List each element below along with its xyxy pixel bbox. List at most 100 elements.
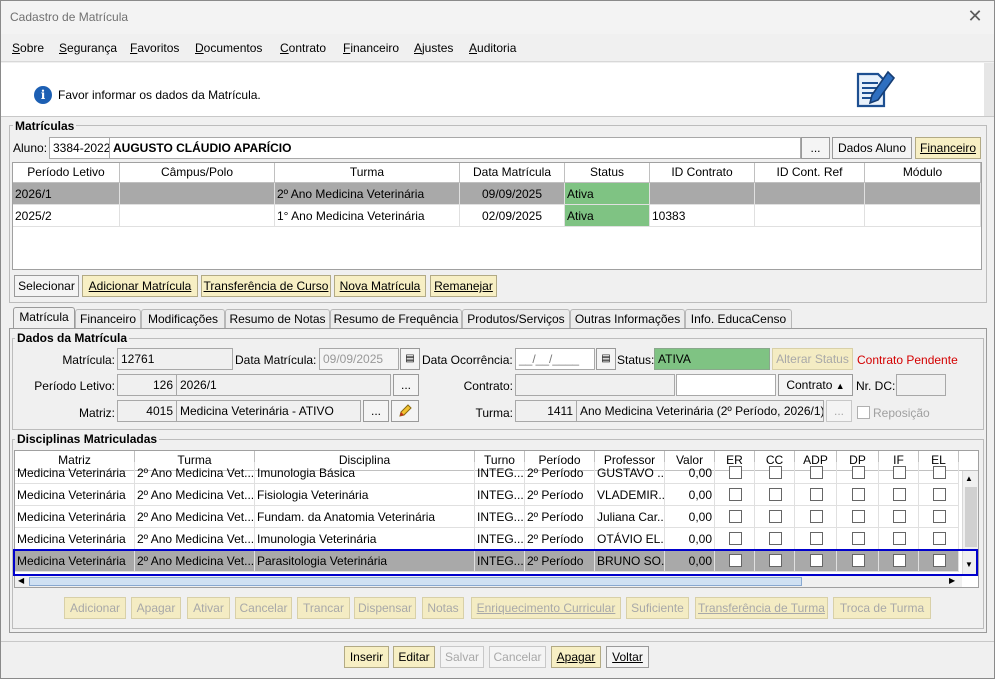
flag-checkbox[interactable]	[729, 554, 742, 567]
enriquecimento-curricular-button[interactable]: Enriquecimento Curricular	[471, 597, 621, 619]
flag-checkbox[interactable]	[769, 510, 782, 523]
periodo-lookup-button[interactable]: ...	[393, 374, 419, 396]
alterar-status-button[interactable]: Alterar Status	[772, 348, 853, 370]
flag-checkbox[interactable]	[893, 466, 906, 479]
turma-lookup-button[interactable]: ...	[826, 400, 852, 422]
aluno-nome-field[interactable]: AUGUSTO CLÁUDIO APARÍCIO	[109, 137, 801, 159]
col-status[interactable]: Status	[565, 163, 650, 183]
flag-checkbox[interactable]	[852, 488, 865, 501]
transferencia-turma-button[interactable]: Transferência de Turma	[695, 597, 828, 619]
notas-button[interactable]: Notas	[422, 597, 464, 619]
scroll-right-icon[interactable]: ▶	[949, 576, 955, 585]
flag-checkbox[interactable]	[729, 532, 742, 545]
data-matricula-field[interactable]: 09/09/2025	[319, 348, 399, 370]
flag-checkbox[interactable]	[852, 466, 865, 479]
dispensar-button[interactable]: Dispensar	[354, 597, 416, 619]
flag-checkbox[interactable]	[933, 554, 946, 567]
hscroll-thumb[interactable]	[29, 577, 802, 586]
flag-checkbox[interactable]	[729, 466, 742, 479]
close-icon[interactable]: ✕	[966, 6, 984, 26]
cancelar-button[interactable]: Cancelar	[235, 597, 292, 619]
flag-checkbox[interactable]	[852, 510, 865, 523]
financeiro-button[interactable]: Financeiro	[915, 137, 981, 159]
col-id-contrato[interactable]: ID Contrato	[650, 163, 755, 183]
edit-pencil-icon[interactable]	[391, 400, 419, 422]
flag-checkbox[interactable]	[893, 488, 906, 501]
turma-codigo-field[interactable]: 1411	[515, 400, 577, 422]
menu-documentos[interactable]: Documentos	[195, 41, 262, 55]
flag-checkbox[interactable]	[769, 488, 782, 501]
flag-checkbox[interactable]	[769, 532, 782, 545]
matricula-field[interactable]: 12761	[117, 348, 233, 370]
scroll-left-icon[interactable]: ◀	[18, 576, 24, 585]
flag-checkbox[interactable]	[852, 554, 865, 567]
flag-checkbox[interactable]	[893, 510, 906, 523]
calendar-icon[interactable]: ▤	[596, 348, 616, 370]
inserir-button[interactable]: Inserir	[344, 646, 389, 668]
apagar-button[interactable]: Apagar	[551, 646, 601, 668]
scroll-thumb[interactable]	[965, 487, 977, 547]
adicionar-button[interactable]: Adicionar	[64, 597, 126, 619]
flag-checkbox[interactable]	[933, 510, 946, 523]
tab-financeiro[interactable]: Financeiro	[75, 309, 141, 329]
flag-checkbox[interactable]	[810, 466, 823, 479]
tab-matricula[interactable]: Matrícula	[13, 307, 75, 329]
aluno-codigo-field[interactable]: 3384-2022	[49, 137, 110, 159]
contrato-field[interactable]	[515, 374, 675, 396]
remanejar-button[interactable]: Remanejar	[430, 275, 497, 297]
editar-button[interactable]: Editar	[393, 646, 435, 668]
menu-auditoria[interactable]: Auditoria	[469, 41, 516, 55]
flag-checkbox[interactable]	[933, 532, 946, 545]
flag-checkbox[interactable]	[729, 510, 742, 523]
nova-matricula-button[interactable]: Nova Matrícula	[334, 275, 426, 297]
nr-dc-field[interactable]	[896, 374, 946, 396]
matriz-codigo-field[interactable]: 4015	[117, 400, 177, 422]
scroll-down-icon[interactable]: ▼	[965, 560, 973, 569]
ativar-button[interactable]: Ativar	[187, 597, 230, 619]
matriz-field[interactable]: Medicina Veterinária - ATIVO	[176, 400, 361, 422]
tab-resumo-frequencia[interactable]: Resumo de Frequência	[330, 309, 462, 329]
suficiente-button[interactable]: Suficiente	[626, 597, 689, 619]
troca-turma-button[interactable]: Troca de Turma	[833, 597, 931, 619]
col-modulo[interactable]: Módulo	[865, 163, 981, 183]
salvar-button[interactable]: Salvar	[440, 646, 484, 668]
contrato-number-field[interactable]	[676, 374, 776, 396]
trancar-button[interactable]: Trancar	[297, 597, 350, 619]
flag-checkbox[interactable]	[729, 488, 742, 501]
apagar-button[interactable]: Apagar	[131, 597, 181, 619]
flag-checkbox[interactable]	[893, 554, 906, 567]
calendar-icon[interactable]: ▤	[400, 348, 420, 370]
dados-aluno-button[interactable]: Dados Aluno	[832, 137, 912, 159]
flag-checkbox[interactable]	[852, 532, 865, 545]
horizontal-scrollbar[interactable]: ◀ ▶	[15, 575, 962, 587]
tab-modificacoes[interactable]: Modificações	[141, 309, 225, 329]
periodo-codigo-field[interactable]: 126	[117, 374, 177, 396]
flag-checkbox[interactable]	[933, 466, 946, 479]
menu-contrato[interactable]: Contrato	[280, 41, 326, 55]
periodo-field[interactable]: 2026/1	[176, 374, 391, 396]
cancelar-button[interactable]: Cancelar	[489, 646, 546, 668]
adicionar-matricula-button[interactable]: Adicionar Matrícula	[82, 275, 198, 297]
disciplinas-table[interactable]: Matriz Turma Disciplina Turno Período Pr…	[14, 450, 979, 588]
flag-checkbox[interactable]	[810, 554, 823, 567]
col-periodo[interactable]: Período Letivo	[13, 163, 120, 183]
flag-checkbox[interactable]	[893, 532, 906, 545]
col-data[interactable]: Data Matrícula	[460, 163, 565, 183]
menu-favoritos[interactable]: Favoritos	[130, 41, 179, 55]
flag-checkbox[interactable]	[933, 488, 946, 501]
menu-sobre[interactable]: Sobre	[12, 41, 44, 55]
selecionar-button[interactable]: Selecionar	[14, 275, 79, 297]
data-ocorrencia-field[interactable]: __/__/____	[515, 348, 595, 370]
flag-checkbox[interactable]	[769, 554, 782, 567]
reposicao-checkbox[interactable]	[857, 406, 870, 419]
voltar-button[interactable]: Voltar	[606, 646, 649, 668]
flag-checkbox[interactable]	[810, 510, 823, 523]
turma-field[interactable]: Ano Medicina Veterinária (2º Período, 20…	[576, 400, 824, 422]
tab-info-educacenso[interactable]: Info. EducaCenso	[685, 309, 792, 329]
contrato-button[interactable]: Contrato ▲	[778, 374, 853, 396]
tab-produtos-servicos[interactable]: Produtos/Serviços	[462, 309, 570, 329]
col-id-cont-ref[interactable]: ID Cont. Ref	[755, 163, 865, 183]
tab-outras-informacoes[interactable]: Outras Informações	[570, 309, 685, 329]
menu-seguranca[interactable]: Segurança	[59, 41, 117, 55]
tab-resumo-notas[interactable]: Resumo de Notas	[225, 309, 330, 329]
